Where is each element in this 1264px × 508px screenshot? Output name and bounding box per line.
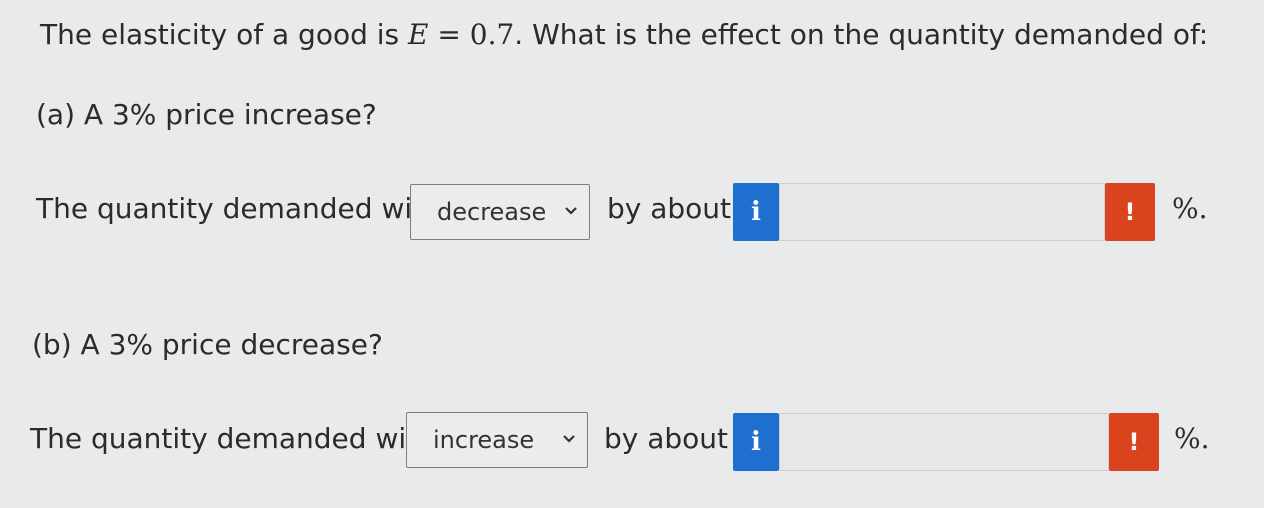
info-icon[interactable]: i <box>733 413 779 471</box>
part-a-unit: %. <box>1172 192 1208 225</box>
part-b-selected-direction: increase <box>433 426 535 454</box>
part-b-sentence-start: The quantity demanded will <box>30 422 422 455</box>
chevron-down-icon <box>565 207 577 215</box>
question-text: The elasticity of a good is E = 0.7. Wha… <box>40 18 1209 51</box>
elasticity-equation: E = 0.7 <box>408 18 515 51</box>
warning-icon[interactable]: ! <box>1105 183 1155 241</box>
part-a-label: (a) A 3% price increase? <box>36 98 377 131</box>
warning-icon[interactable]: ! <box>1109 413 1159 471</box>
part-a-selected-direction: decrease <box>437 198 547 226</box>
part-b-label: (b) A 3% price decrease? <box>32 328 383 361</box>
part-a-sentence-start: The quantity demanded will <box>36 192 428 225</box>
part-a-answer-row: The quantity demanded will decrease by a… <box>0 182 1264 242</box>
part-a-by-about: by about <box>607 192 732 225</box>
part-a-percent-input[interactable] <box>779 183 1105 241</box>
part-b-percent-input[interactable] <box>779 413 1109 471</box>
part-b-answer-row: The quantity demanded will increase by a… <box>0 412 1264 472</box>
part-b-unit: %. <box>1174 422 1210 455</box>
part-a-direction-select[interactable]: decrease <box>410 184 590 240</box>
part-b-by-about: by about <box>604 422 729 455</box>
info-icon[interactable]: i <box>733 183 779 241</box>
chevron-down-icon <box>563 435 575 443</box>
part-b-direction-select[interactable]: increase <box>406 412 588 468</box>
